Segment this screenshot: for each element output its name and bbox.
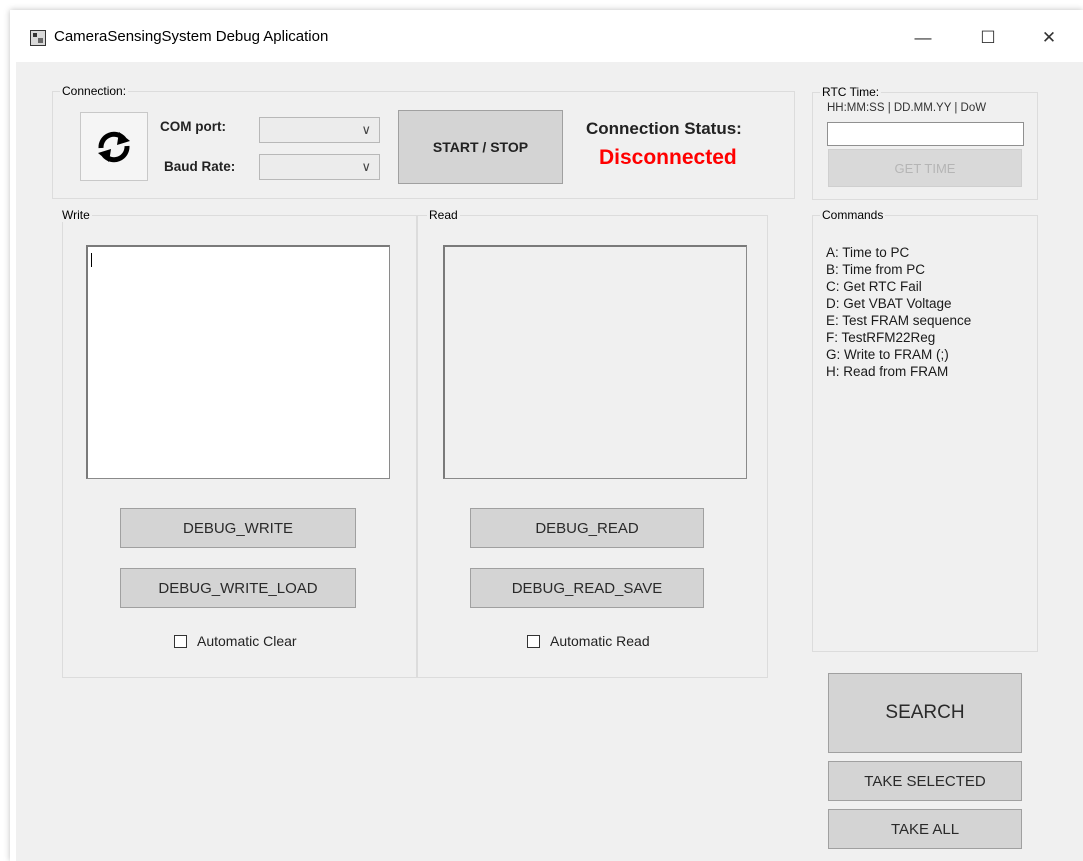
chevron-down-icon: ∨ bbox=[361, 122, 371, 137]
take-selected-button[interactable]: TAKE SELECTED bbox=[828, 761, 1022, 801]
command-item: F: TestRFM22Reg bbox=[826, 330, 936, 345]
command-item: C: Get RTC Fail bbox=[826, 279, 922, 294]
automatic-clear-box[interactable] bbox=[174, 634, 187, 648]
debug-read-button[interactable]: DEBUG_READ bbox=[470, 508, 704, 548]
read-group-label: Read bbox=[427, 208, 460, 222]
com-port-select[interactable]: ∨ bbox=[259, 117, 380, 143]
automatic-read-label: Automatic Read bbox=[550, 633, 650, 649]
commands-list: A: Time to PC B: Time from PC C: Get RTC… bbox=[826, 244, 971, 380]
command-item: D: Get VBAT Voltage bbox=[826, 296, 952, 311]
title-bar: CameraSensingSystem Debug Aplication — ☐… bbox=[10, 10, 1083, 62]
start-stop-button[interactable]: START / STOP bbox=[398, 110, 563, 184]
get-time-button[interactable]: GET TIME bbox=[828, 149, 1022, 187]
baud-rate-select[interactable]: ∨ bbox=[259, 154, 380, 180]
window-title: CameraSensingSystem Debug Aplication bbox=[54, 28, 329, 45]
text-caret bbox=[91, 253, 92, 267]
app-icon bbox=[30, 30, 46, 46]
search-button[interactable]: SEARCH bbox=[828, 673, 1022, 753]
refresh-button[interactable] bbox=[80, 112, 148, 181]
rtc-format-label: HH:MM:SS | DD.MM.YY | DoW bbox=[827, 102, 987, 114]
write-group-label: Write bbox=[60, 208, 92, 222]
client-area: Connection: COM port: Baud Rate: ∨ ∨ STA… bbox=[16, 62, 1083, 861]
chevron-down-icon: ∨ bbox=[361, 159, 371, 174]
refresh-icon bbox=[95, 128, 133, 166]
connection-group-label: Connection: bbox=[60, 84, 129, 98]
automatic-read-box[interactable] bbox=[527, 634, 540, 648]
command-item: G: Write to FRAM (;) bbox=[826, 347, 949, 362]
command-item: B: Time from PC bbox=[826, 262, 926, 277]
com-port-label: COM port: bbox=[160, 119, 226, 134]
baud-rate-label: Baud Rate: bbox=[164, 159, 236, 174]
close-button[interactable]: ✕ bbox=[1034, 26, 1064, 50]
debug-write-button[interactable]: DEBUG_WRITE bbox=[120, 508, 356, 548]
app-window: CameraSensingSystem Debug Aplication — ☐… bbox=[10, 10, 1083, 861]
automatic-clear-checkbox[interactable]: Automatic Clear bbox=[174, 633, 297, 649]
rtc-time-group-label: RTC Time: bbox=[820, 85, 882, 99]
automatic-read-checkbox[interactable]: Automatic Read bbox=[527, 633, 650, 649]
command-item: E: Test FRAM sequence bbox=[826, 313, 972, 328]
rtc-time-input[interactable] bbox=[827, 122, 1024, 146]
debug-write-load-button[interactable]: DEBUG_WRITE_LOAD bbox=[120, 568, 356, 608]
connection-status-label: Connection Status: bbox=[586, 119, 742, 138]
take-all-button[interactable]: TAKE ALL bbox=[828, 809, 1022, 849]
commands-group-label: Commands bbox=[820, 208, 886, 222]
maximize-button[interactable]: ☐ bbox=[973, 26, 1003, 50]
read-textarea[interactable] bbox=[443, 245, 747, 479]
write-textarea[interactable] bbox=[86, 245, 390, 479]
command-item: A: Time to PC bbox=[826, 245, 910, 260]
command-item: H: Read from FRAM bbox=[826, 364, 949, 379]
debug-read-save-button[interactable]: DEBUG_READ_SAVE bbox=[470, 568, 704, 608]
automatic-clear-label: Automatic Clear bbox=[197, 633, 297, 649]
minimize-button[interactable]: — bbox=[908, 26, 938, 50]
connection-status-value: Disconnected bbox=[599, 146, 737, 169]
